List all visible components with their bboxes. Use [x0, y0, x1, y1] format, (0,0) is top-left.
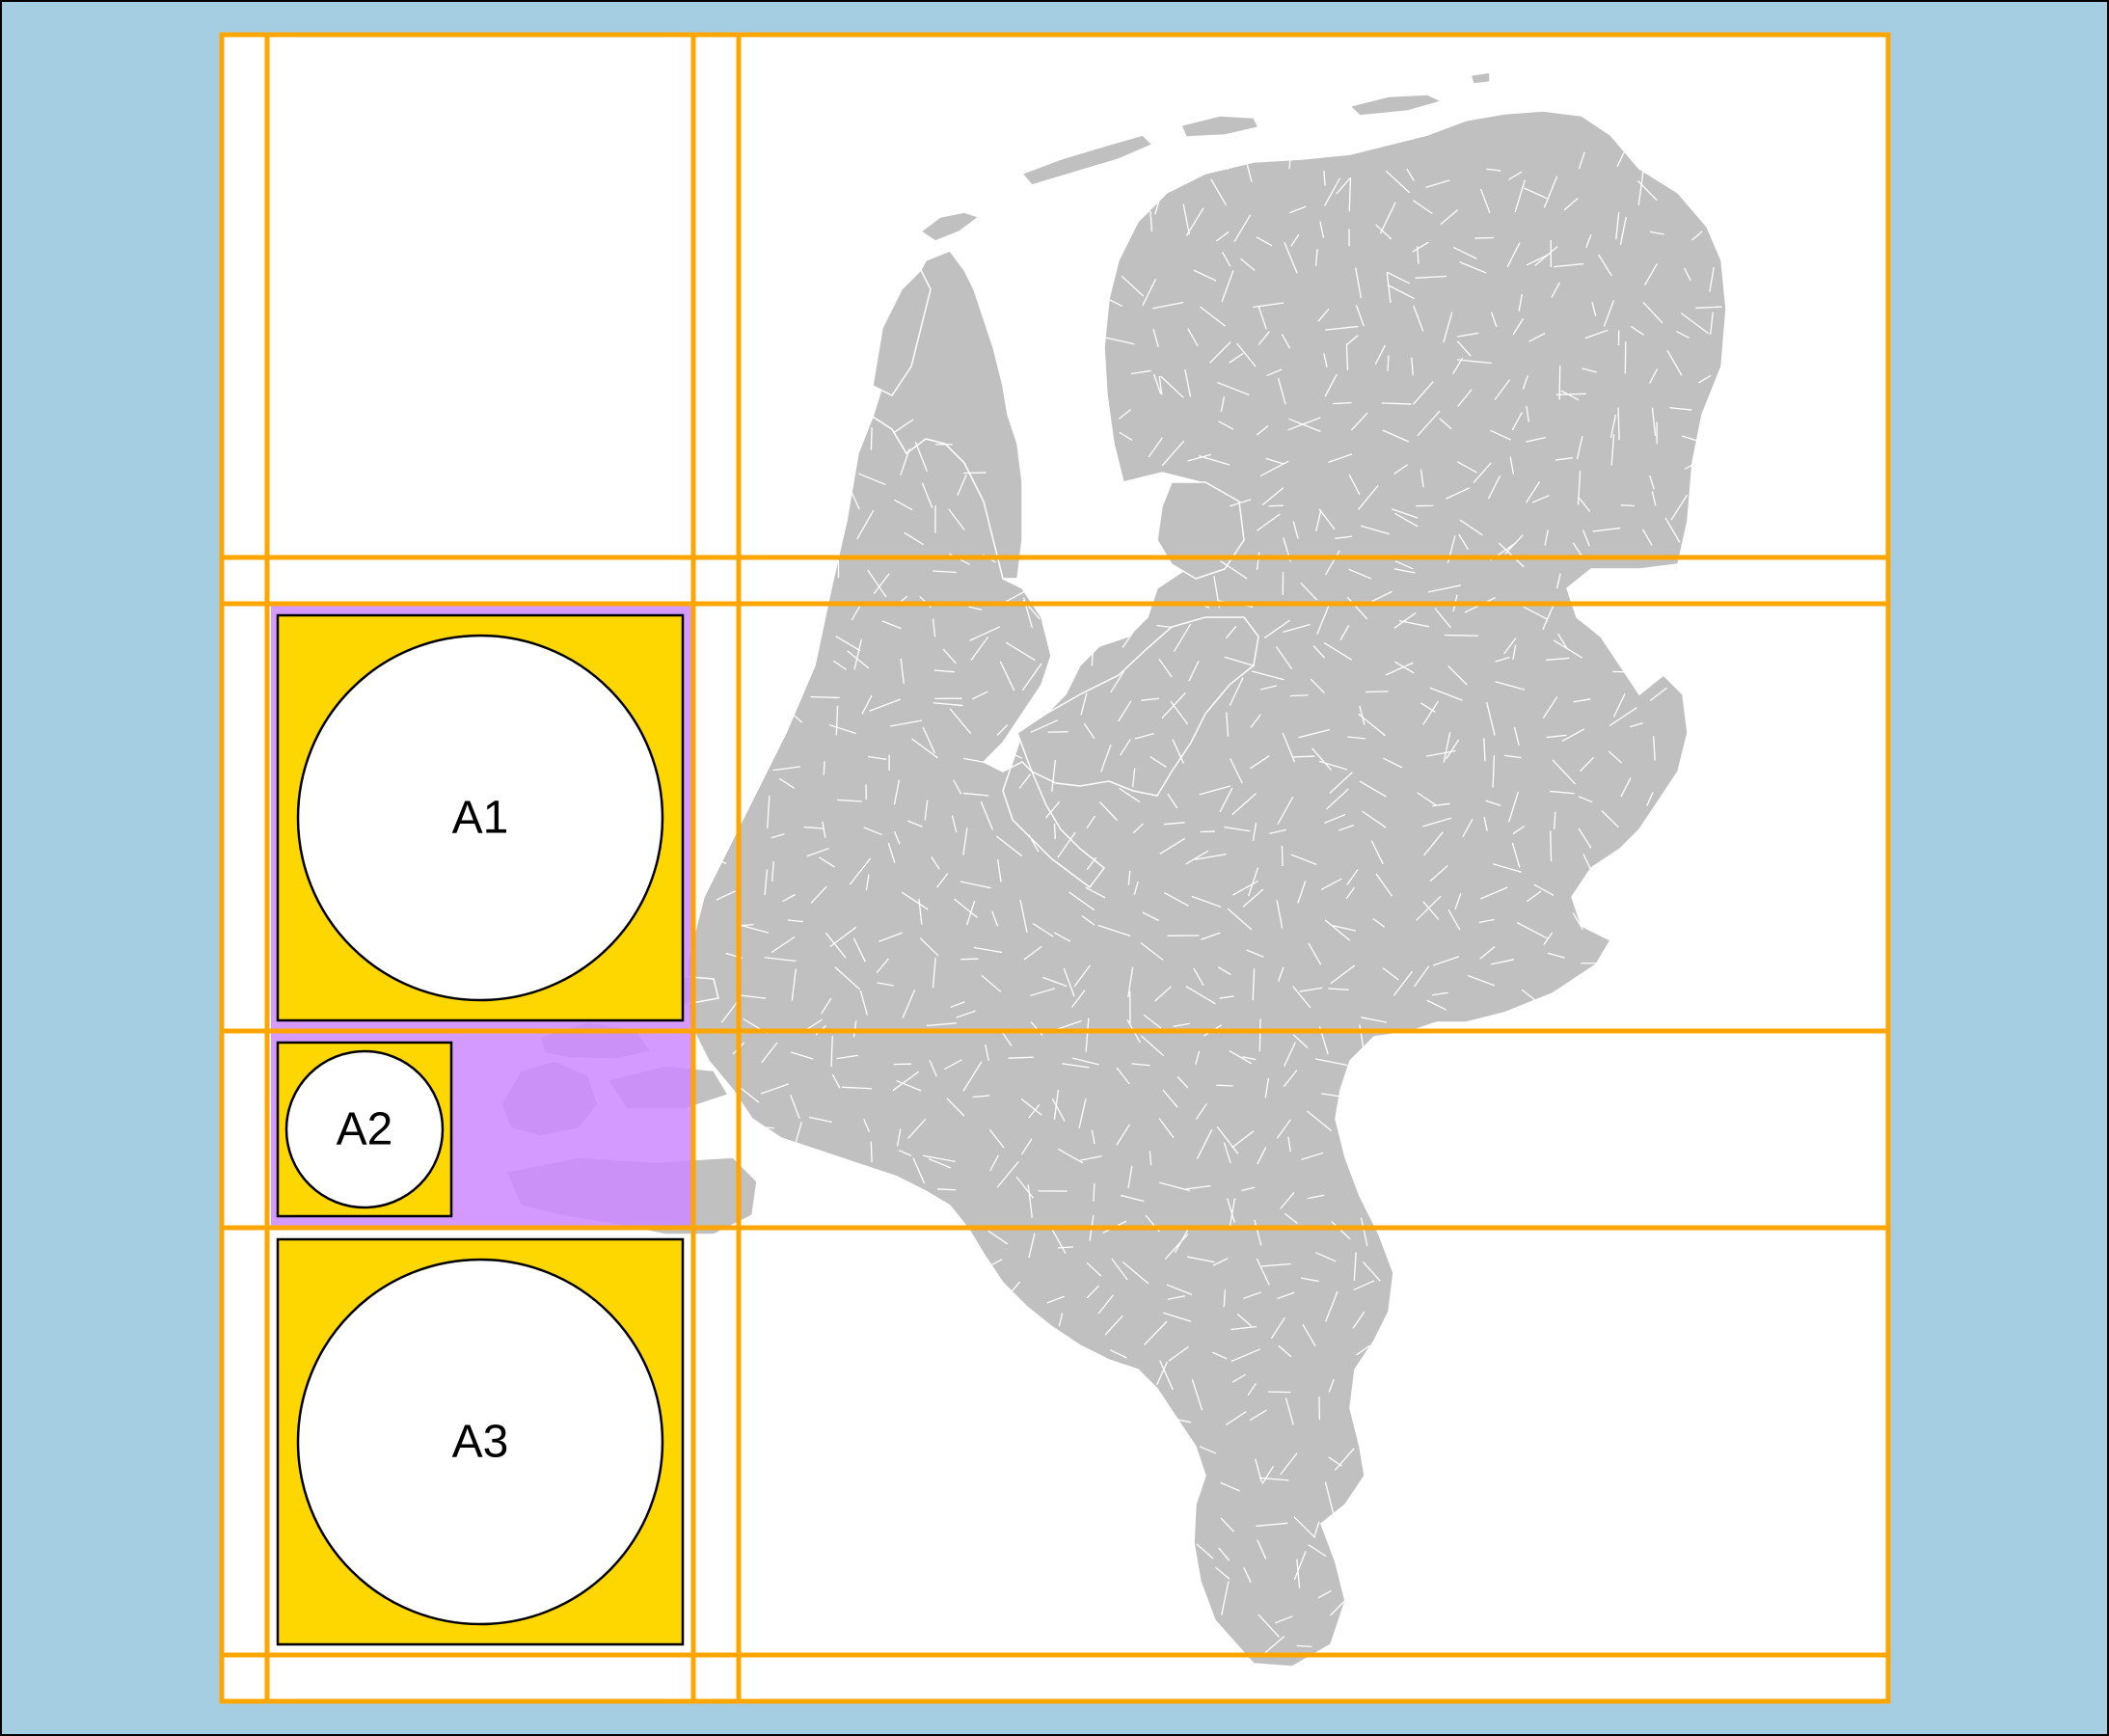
municipality-border-segment [1612, 670, 1634, 673]
municipality-border-segment [823, 761, 825, 775]
municipality-border-segment [870, 1141, 873, 1163]
panel-a3-label: A3 [452, 1417, 509, 1468]
municipality-border-segment [1550, 830, 1553, 862]
panel-a2-label: A2 [337, 1104, 393, 1155]
panel-a2: A2 [276, 1041, 453, 1218]
municipality-border-segment [1292, 755, 1315, 758]
municipality-border-segment [1058, 1246, 1073, 1249]
municipality-border-segment [1620, 504, 1636, 507]
panel-a1: A1 [276, 613, 685, 1022]
panel-a1-label: A1 [452, 793, 509, 844]
municipality-border-segment [1289, 694, 1309, 697]
municipality-border-segment [870, 427, 873, 450]
municipality-border-segment [936, 1188, 957, 1191]
municipality-border-segment [1444, 634, 1479, 637]
municipality-border-segment [1053, 823, 1056, 840]
municipality-border-segment [1268, 504, 1284, 507]
map-svg: A1 A2 A3 [0, 0, 2109, 1736]
municipality-border-segment [960, 958, 979, 961]
map-canvas: A1 A2 A3 [0, 0, 2109, 1736]
municipality-border-segment [1216, 1084, 1233, 1087]
island-rottumeroog [1470, 71, 1491, 85]
municipality-border-segment [1258, 1018, 1261, 1052]
municipality-border-segment [1474, 236, 1494, 239]
panel-a3: A3 [276, 1237, 685, 1646]
municipality-border-segment [1281, 845, 1284, 867]
municipality-border-segment [1200, 830, 1216, 833]
